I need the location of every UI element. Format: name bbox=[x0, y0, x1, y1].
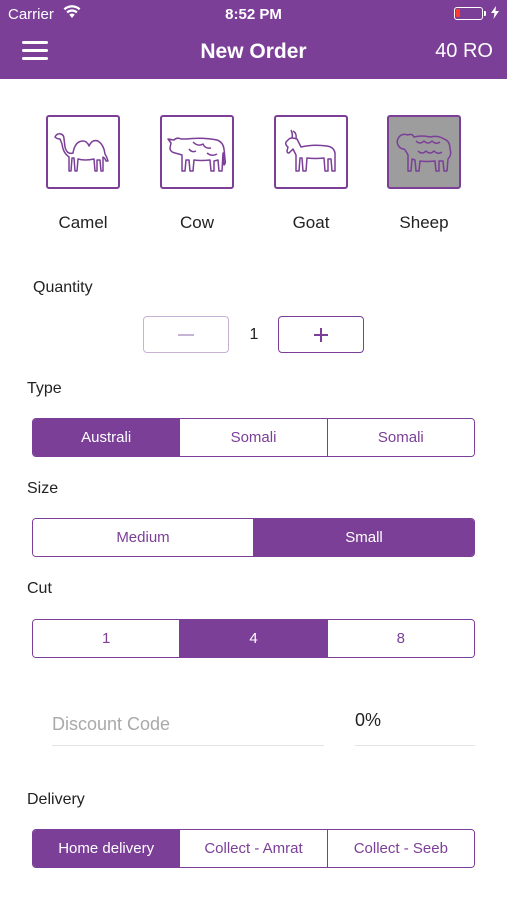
type-label: Type bbox=[27, 380, 62, 397]
animal-label-cow: Cow bbox=[179, 213, 214, 232]
minus-icon bbox=[178, 333, 194, 336]
quantity-increment-button[interactable] bbox=[278, 316, 364, 353]
delivery-segmented-control: Home delivery Collect - Amrat Collect - … bbox=[32, 829, 475, 868]
battery-icon bbox=[454, 7, 483, 20]
type-segmented-control: Australi Somali Somali bbox=[32, 418, 475, 457]
order-total: 40 RO bbox=[435, 40, 493, 62]
cut-segmented-control: 1 4 8 bbox=[32, 619, 475, 658]
delivery-option[interactable]: Home delivery bbox=[33, 830, 180, 867]
animal-option-cow[interactable]: Cow bbox=[152, 115, 242, 233]
cut-option[interactable]: 1 bbox=[33, 620, 180, 657]
goat-icon bbox=[274, 115, 348, 189]
animal-picker: Camel Cow Goat Sheep bbox=[0, 115, 507, 240]
battery-tip bbox=[484, 11, 486, 16]
cow-icon bbox=[160, 115, 234, 189]
cut-label: Cut bbox=[27, 580, 52, 597]
animal-label-goat: Goat bbox=[292, 213, 330, 232]
type-option[interactable]: Somali bbox=[326, 419, 474, 456]
type-option[interactable]: Australi bbox=[33, 419, 180, 456]
animal-label-sheep: Sheep bbox=[399, 213, 449, 232]
quantity-decrement-button[interactable] bbox=[143, 316, 229, 353]
status-bar: Carrier 8:52 PM bbox=[0, 0, 507, 27]
size-option[interactable]: Medium bbox=[33, 519, 253, 556]
sheep-icon bbox=[387, 115, 461, 189]
delivery-option[interactable]: Collect - Amrat bbox=[179, 830, 327, 867]
discount-percent: 0% bbox=[355, 704, 475, 746]
quantity-label: Quantity bbox=[33, 279, 93, 296]
discount-code-input[interactable] bbox=[52, 704, 324, 746]
page-title: New Order bbox=[200, 40, 307, 63]
navigation-bar: New Order 40 RO bbox=[0, 27, 507, 79]
delivery-option[interactable]: Collect - Seeb bbox=[326, 830, 474, 867]
size-segmented-control: Medium Small bbox=[32, 518, 475, 557]
animal-option-camel[interactable]: Camel bbox=[38, 115, 128, 233]
quantity-value: 1 bbox=[249, 326, 259, 343]
animal-option-goat[interactable]: Goat bbox=[266, 115, 356, 233]
cut-option[interactable]: 8 bbox=[326, 620, 474, 657]
charging-bolt-icon bbox=[491, 6, 499, 23]
type-option[interactable]: Somali bbox=[179, 419, 327, 456]
status-time: 8:52 PM bbox=[225, 6, 282, 23]
size-label: Size bbox=[27, 480, 59, 497]
cut-option[interactable]: 4 bbox=[179, 620, 327, 657]
animal-label-camel: Camel bbox=[58, 213, 108, 232]
size-option[interactable]: Small bbox=[253, 519, 474, 556]
battery-level bbox=[456, 9, 460, 17]
camel-icon bbox=[46, 115, 120, 189]
animal-option-sheep[interactable]: Sheep bbox=[379, 115, 469, 233]
top-bar: Carrier 8:52 PM New Order 40 RO bbox=[0, 0, 507, 79]
plus-icon bbox=[314, 327, 328, 342]
delivery-label: Delivery bbox=[27, 791, 85, 808]
